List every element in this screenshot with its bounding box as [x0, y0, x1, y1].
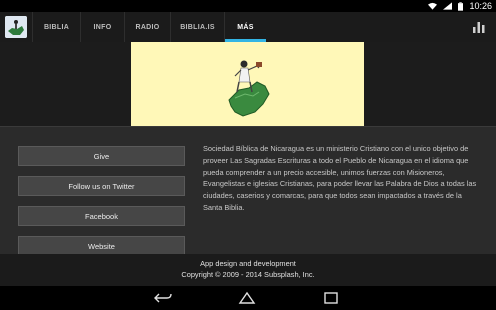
tab-biblia-is[interactable]: BIBLIA.IS	[170, 12, 224, 42]
battery-icon	[458, 1, 464, 11]
app-bar: BIBLIA INFO RADIO BIBLIA.IS MÁS	[0, 12, 496, 43]
footer-credit[interactable]: App design and development	[0, 258, 496, 269]
bar-chart-icon[interactable]	[472, 20, 486, 34]
navigation-bar	[0, 286, 496, 310]
hero-image	[131, 42, 364, 126]
app-logo[interactable]	[0, 12, 32, 42]
wifi-icon	[428, 2, 438, 10]
recent-apps-icon[interactable]	[322, 291, 340, 305]
home-icon[interactable]	[238, 291, 256, 305]
tab-radio[interactable]: RADIO	[124, 12, 170, 42]
tab-biblia[interactable]: BIBLIA	[32, 12, 80, 42]
tab-mas[interactable]: MÁS	[224, 12, 266, 42]
hero-banner	[0, 42, 496, 126]
nicaragua-map-illustration	[228, 60, 270, 117]
twitter-button[interactable]: Follow us on Twitter	[18, 176, 185, 196]
footer-copyright: Copyright © 2009 - 2014 Subsplash, Inc.	[181, 270, 315, 279]
status-bar: 10:26	[0, 0, 496, 12]
tab-bar: BIBLIA INFO RADIO BIBLIA.IS MÁS	[32, 12, 266, 42]
signal-icon	[443, 2, 453, 10]
tab-info[interactable]: INFO	[80, 12, 124, 42]
description-text: Sociedad Bíblica de Nicaragua es un mini…	[203, 144, 477, 212]
status-time: 10:26	[469, 1, 492, 11]
footer: App design and development Copyright © 2…	[0, 254, 496, 286]
bible-society-logo	[5, 16, 27, 38]
website-button[interactable]: Website	[18, 236, 185, 256]
facebook-button[interactable]: Facebook	[18, 206, 185, 226]
give-button[interactable]: Give	[18, 146, 185, 166]
back-icon[interactable]	[154, 291, 172, 305]
content-panel: Give Follow us on Twitter Facebook Websi…	[0, 126, 496, 256]
